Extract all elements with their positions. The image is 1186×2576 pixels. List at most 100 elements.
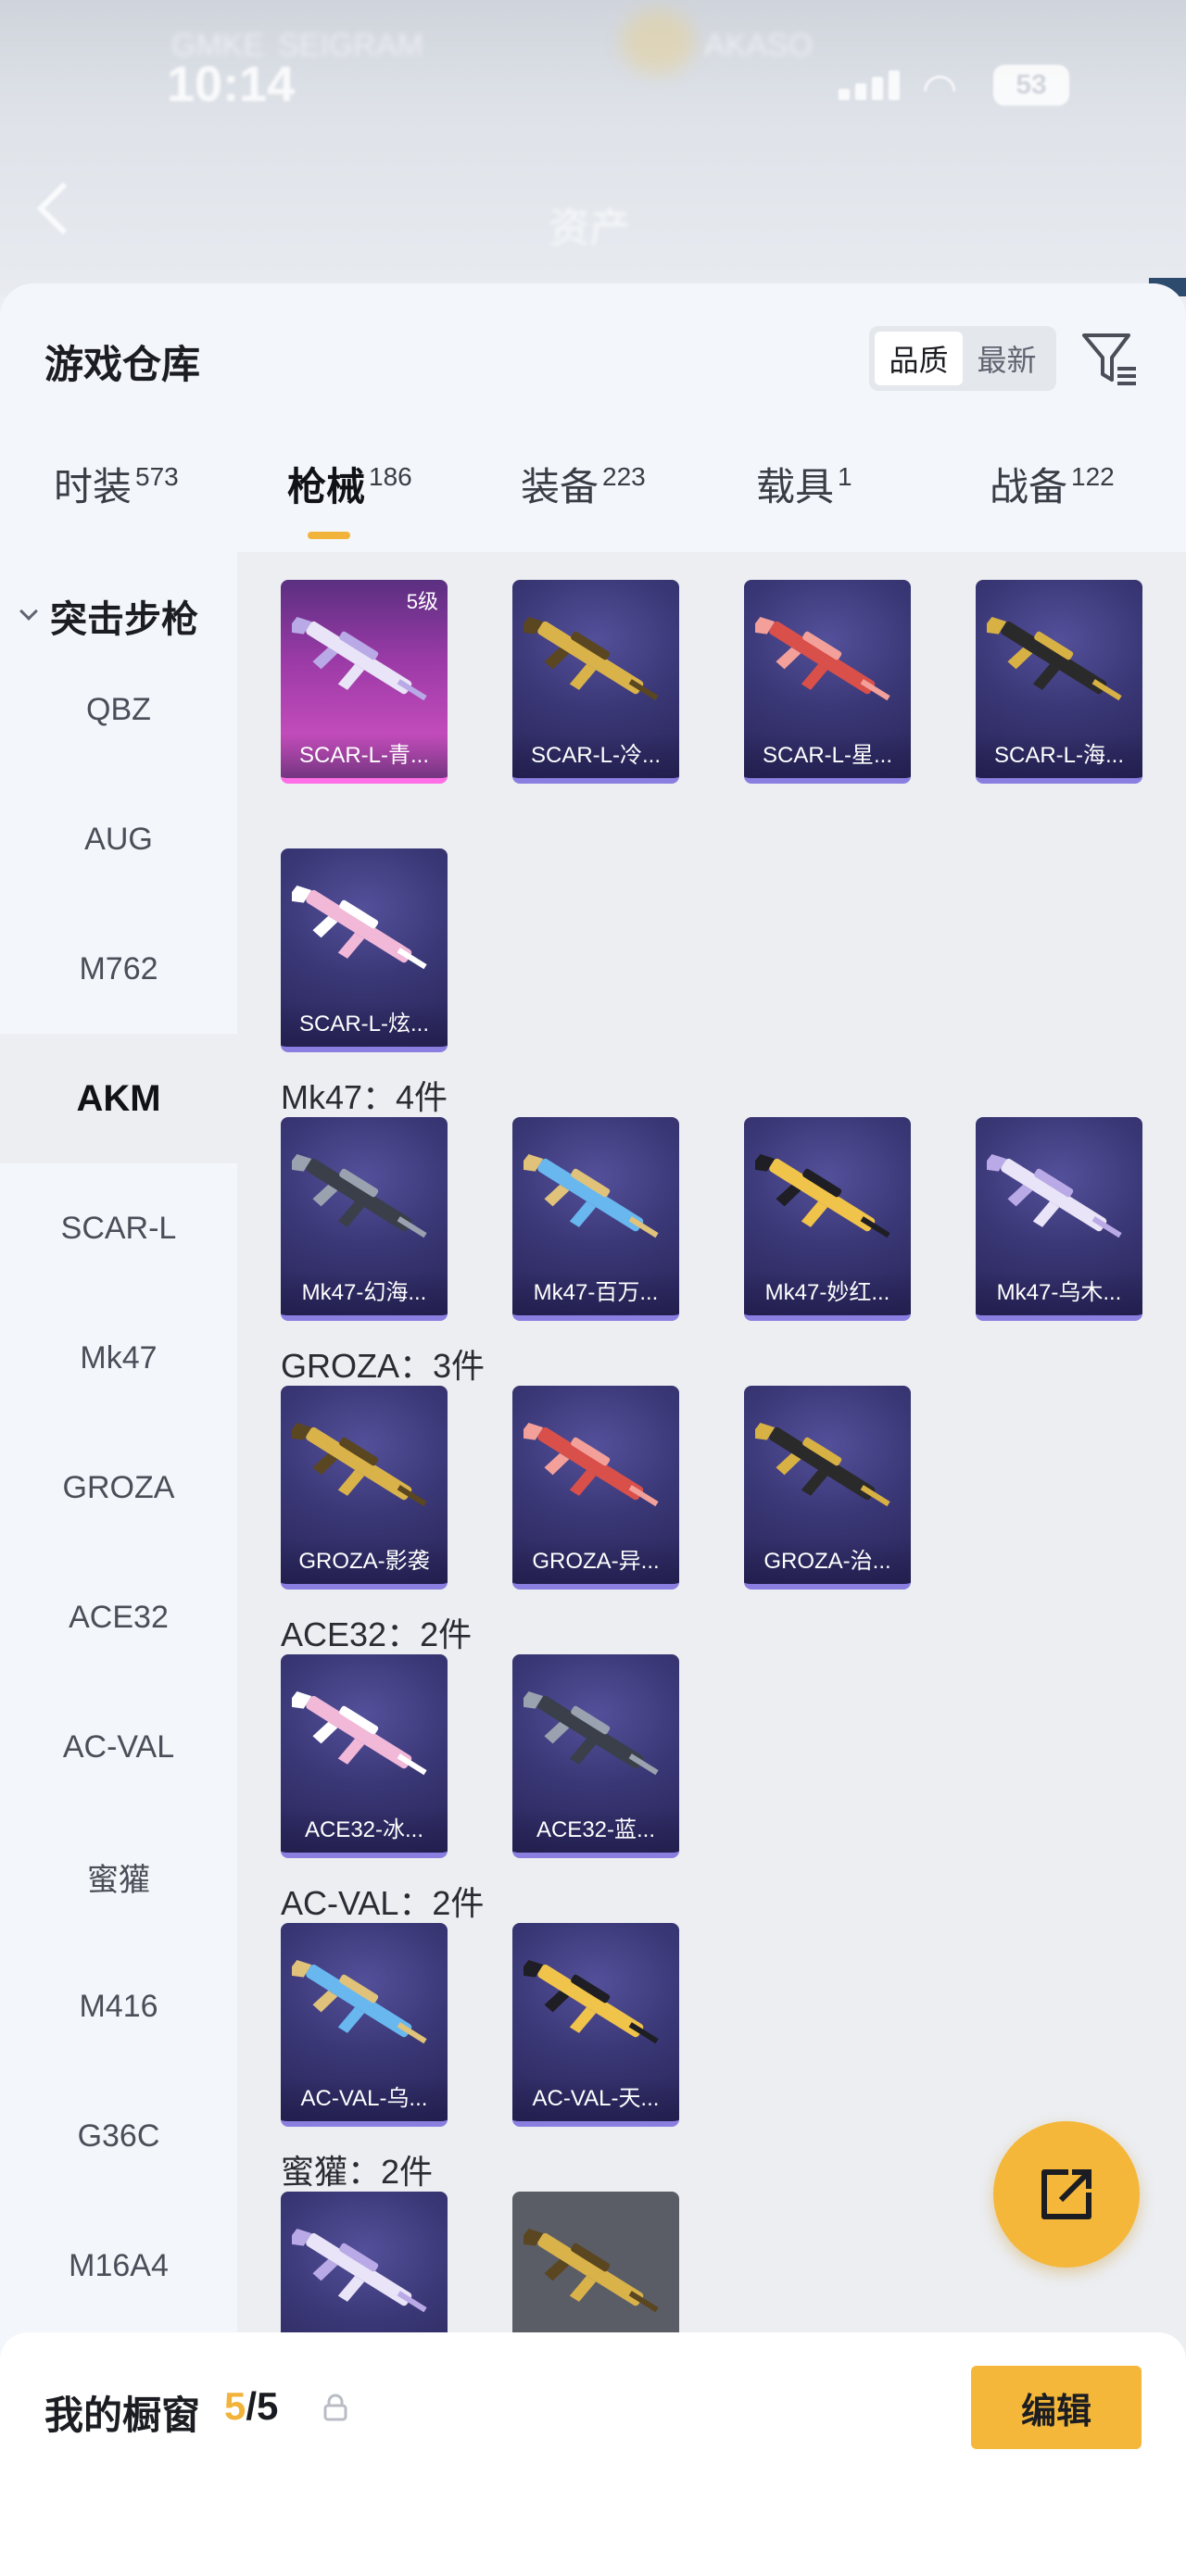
sidebar-item[interactable]: QBZ xyxy=(0,645,237,774)
wifi-icon: ◠ xyxy=(922,66,958,111)
showcase-bar: 我的橱窗 5/5 编辑 xyxy=(0,2332,1186,2576)
clock: 10:14 xyxy=(167,57,296,112)
sort-quality-button[interactable]: 品质 xyxy=(875,332,963,385)
share-button[interactable] xyxy=(993,2121,1140,2268)
tab-label: 枪械 xyxy=(287,465,366,509)
tab-count: 122 xyxy=(1071,462,1115,491)
weapon-card[interactable]: SCAR-L-星... xyxy=(744,580,911,784)
tab-count: 1 xyxy=(838,462,852,491)
sidebar-item[interactable]: 蜜獾 xyxy=(0,1812,237,1941)
weapon-name: AC-VAL-天... xyxy=(512,2077,679,2121)
weapon-card[interactable]: ACE32-冰... xyxy=(281,1654,448,1858)
weapon-icon xyxy=(524,2228,659,2313)
showcase-count: 5/5 xyxy=(224,2384,278,2429)
weapon-card[interactable]: GROZA-影袭 xyxy=(281,1386,448,1590)
weapon-name: ACE32-冰... xyxy=(281,1808,448,1853)
sidebar-item[interactable]: AKM xyxy=(0,1034,237,1163)
weapon-name: SCAR-L-星... xyxy=(744,734,911,778)
sidebar-item[interactable]: AUG xyxy=(0,774,237,904)
weapon-icon xyxy=(292,885,427,970)
group-label: GROZA：3件 xyxy=(281,1347,486,1385)
group-label: AC-VAL：2件 xyxy=(281,1884,485,1922)
sheet-header: 游戏仓库 品质 最新 时装 573 枪械 186 装备 223 载具 1 战备 122 xyxy=(0,283,1186,552)
weapon-card[interactable]: Mk47-百万... xyxy=(512,1117,679,1321)
weapon-icon xyxy=(755,616,890,701)
weapon-icon xyxy=(292,1690,427,1776)
weapon-name: Mk47-百万... xyxy=(512,1271,679,1315)
sidebar-item[interactable]: M762 xyxy=(0,904,237,1034)
tab-label: 战备 xyxy=(990,465,1068,509)
tab-count: 186 xyxy=(369,462,412,491)
sidebar-item[interactable]: SCAR-L xyxy=(0,1163,237,1293)
sort-newest-button[interactable]: 最新 xyxy=(963,332,1051,385)
weapon-name: GROZA-异... xyxy=(512,1539,679,1584)
weapon-card[interactable]: AC-VAL-天... xyxy=(512,1923,679,2127)
tab-equipment[interactable]: 装备 223 xyxy=(521,456,646,512)
tab-label: 载具 xyxy=(756,465,835,509)
tab-count: 223 xyxy=(602,462,646,491)
weapon-name: Mk47-乌木... xyxy=(976,1271,1142,1315)
tab-firearms[interactable]: 枪械 186 xyxy=(287,456,412,512)
weapon-icon xyxy=(755,1422,890,1507)
weapon-name: Mk47-幻海... xyxy=(281,1271,448,1315)
weapon-icon xyxy=(755,1153,890,1238)
weapon-name: AC-VAL-乌... xyxy=(281,2077,448,2121)
status-bar: GMKE SEIGRAM AKASO 10:14 ◠ 53 资产 xyxy=(0,0,1186,296)
weapon-icon xyxy=(987,616,1122,701)
weapon-card[interactable]: Mk47-妙红... xyxy=(744,1117,911,1321)
weapon-card[interactable]: SCAR-L-炫... xyxy=(281,848,448,1052)
category-tabs: 时装 573 枪械 186 装备 223 载具 1 战备 122 xyxy=(0,456,1186,548)
weapon-card[interactable]: 5级 SCAR-L-青... xyxy=(281,580,448,784)
active-tab-indicator xyxy=(308,532,350,539)
showcase-current: 5 xyxy=(224,2384,246,2428)
blurred-label: SEIGRAM xyxy=(278,28,423,63)
sidebar-item[interactable]: M16A4 xyxy=(0,2201,237,2331)
weapon-icon xyxy=(292,2228,427,2313)
tab-count: 573 xyxy=(135,462,179,491)
nav-title: 资产 xyxy=(549,206,630,251)
sidebar-item[interactable]: Mk47 xyxy=(0,1293,237,1423)
sidebar-item[interactable]: AC-VAL xyxy=(0,1682,237,1812)
weapon-icon xyxy=(524,616,659,701)
tab-supplies[interactable]: 战备 122 xyxy=(990,456,1115,512)
level-badge: 5级 xyxy=(406,590,438,613)
showcase-separator: / xyxy=(246,2384,258,2428)
weapon-card[interactable]: SCAR-L-海... xyxy=(976,580,1142,784)
weapon-icon xyxy=(524,1690,659,1776)
blurred-emblem xyxy=(621,9,695,74)
weapon-card[interactable]: GROZA-异... xyxy=(512,1386,679,1590)
weapon-name: GROZA-影袭 xyxy=(281,1539,448,1584)
weapon-icon xyxy=(292,616,427,701)
sidebar-item[interactable]: ACE32 xyxy=(0,1552,237,1682)
weapon-icon xyxy=(292,1153,427,1238)
page-title: 游戏仓库 xyxy=(44,343,201,386)
weapon-card[interactable]: SCAR-L-冷... xyxy=(512,580,679,784)
share-icon xyxy=(1041,2169,1091,2219)
weapon-icon xyxy=(987,1153,1122,1238)
weapon-name: SCAR-L-青... xyxy=(281,734,448,778)
weapon-icon xyxy=(524,1422,659,1507)
weapon-card[interactable]: Mk47-幻海... xyxy=(281,1117,448,1321)
sidebar-item[interactable]: G36C xyxy=(0,2071,237,2201)
weapon-card[interactable]: GROZA-治... xyxy=(744,1386,911,1590)
group-label: 蜜獾：2件 xyxy=(281,2153,434,2191)
group-label: Mk47：4件 xyxy=(281,1078,448,1116)
tab-fashion[interactable]: 时装 573 xyxy=(54,456,179,512)
weapon-card[interactable]: Mk47-乌木... xyxy=(976,1117,1142,1321)
weapon-icon xyxy=(524,1959,659,2044)
weapon-name: SCAR-L-冷... xyxy=(512,734,679,778)
sort-toggle: 品质 最新 xyxy=(869,326,1056,391)
tab-vehicles[interactable]: 载具 1 xyxy=(756,456,852,512)
category-header[interactable]: 突击步枪 xyxy=(17,589,198,643)
sidebar-item[interactable]: GROZA xyxy=(0,1423,237,1552)
signal-icon xyxy=(839,70,903,100)
weapon-card[interactable]: ACE32-蓝... xyxy=(512,1654,679,1858)
showcase-max: 5 xyxy=(257,2384,279,2428)
back-icon[interactable] xyxy=(36,182,90,235)
filter-icon[interactable] xyxy=(1080,330,1140,389)
weapon-card[interactable]: AC-VAL-乌... xyxy=(281,1923,448,2127)
weapon-name: ACE32-蓝... xyxy=(512,1808,679,1853)
edit-button[interactable]: 编辑 xyxy=(971,2366,1142,2449)
sidebar-item[interactable]: M416 xyxy=(0,1941,237,2071)
weapon-name: GROZA-治... xyxy=(744,1539,911,1584)
